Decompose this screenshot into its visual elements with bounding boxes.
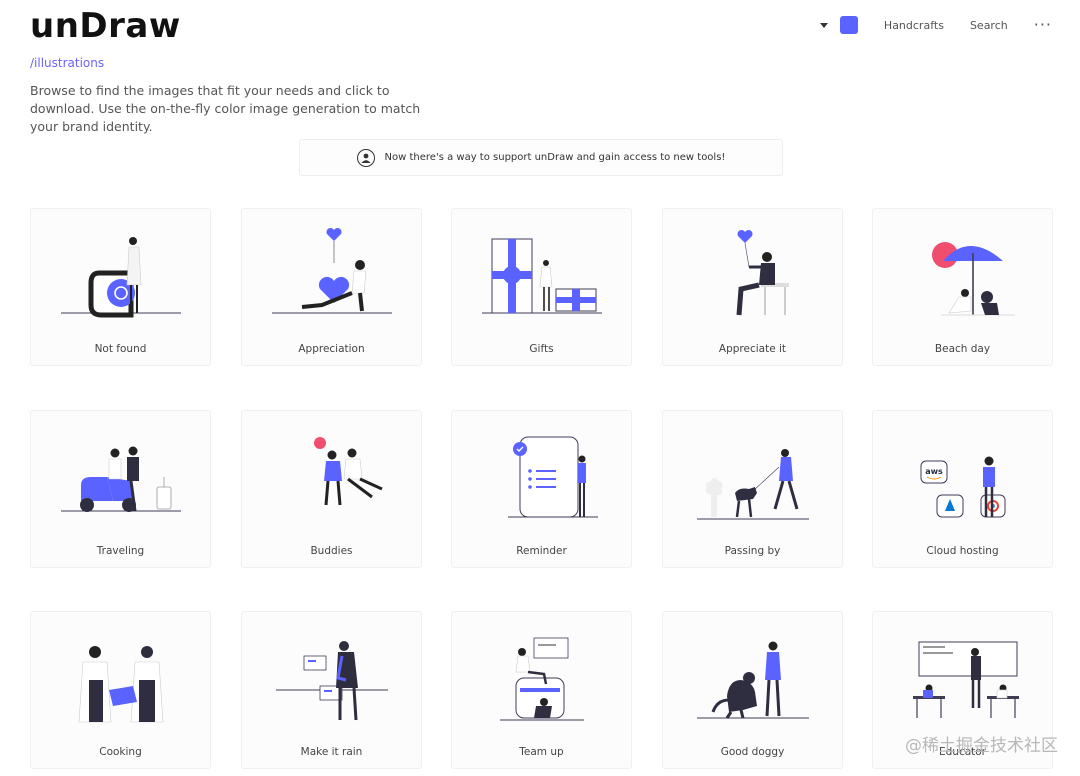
illustration-card[interactable]: Team up xyxy=(451,611,632,769)
illustration-card[interactable]: Cooking xyxy=(30,611,211,769)
buddies-illustration xyxy=(314,437,383,506)
nav-link-search[interactable]: Search xyxy=(970,19,1008,32)
illustration-card[interactable]: Appreciate it xyxy=(662,208,843,366)
illustration-title: Gifts xyxy=(529,343,554,355)
illustration-title: Not found xyxy=(94,343,147,355)
make-it-rain-illustration xyxy=(276,641,388,721)
illustration-title: Reminder xyxy=(516,545,567,557)
aws-badge: aws xyxy=(925,467,943,476)
good-doggy-illustration xyxy=(697,641,809,719)
illustration-card[interactable]: Beach day xyxy=(872,208,1053,366)
appreciation-illustration xyxy=(272,227,392,314)
illustration-title: Appreciate it xyxy=(718,343,787,355)
cloud-hosting-illustration: aws xyxy=(920,456,1006,518)
illustration-card[interactable]: Good doggy xyxy=(662,611,843,769)
illustration-title: Cloud hosting xyxy=(926,545,999,557)
illustration-card[interactable]: Not found xyxy=(30,208,211,366)
illustration-title: Buddies xyxy=(310,545,353,557)
illustration-card[interactable]: Make it rain xyxy=(241,611,422,769)
educator-illustration xyxy=(913,641,1019,718)
person-circle-icon xyxy=(356,148,375,167)
not-found-illustration xyxy=(61,237,181,318)
illustration-card[interactable]: Reminder xyxy=(451,410,632,568)
illustration-title: Good doggy xyxy=(720,746,785,758)
beach-day-illustration xyxy=(932,242,1015,316)
support-banner[interactable]: Now there's a way to support unDraw and … xyxy=(299,139,783,176)
illustration-card[interactable]: Gifts xyxy=(451,208,632,366)
logo[interactable]: unDraw xyxy=(30,6,181,46)
illustration-title: Passing by xyxy=(724,545,781,557)
illustration-title: Traveling xyxy=(96,545,145,557)
team-up-illustration xyxy=(500,637,584,721)
illustration-title: Cooking xyxy=(99,746,142,758)
illustration-title: Appreciation xyxy=(298,343,365,355)
illustration-card[interactable]: Traveling xyxy=(30,410,211,568)
passing-by-illustration xyxy=(697,449,809,520)
illustration-card[interactable]: Appreciation xyxy=(241,208,422,366)
chevron-down-icon[interactable] xyxy=(819,22,828,28)
ellipsis-icon[interactable]: ··· xyxy=(1034,17,1052,33)
top-nav: Handcrafts Search ··· xyxy=(819,16,1052,34)
banner-text: Now there's a way to support unDraw and … xyxy=(384,152,726,163)
illustration-title: Team up xyxy=(519,746,564,758)
illustration-card[interactable]: Passing by xyxy=(662,410,843,568)
gifts-illustration xyxy=(482,238,602,314)
illustration-title: Make it rain xyxy=(300,746,363,758)
illustration-card[interactable]: aws Cloud hosting xyxy=(872,410,1053,568)
cooking-illustration xyxy=(78,646,164,723)
breadcrumb[interactable]: /illustrations xyxy=(30,56,104,70)
color-picker-swatch[interactable] xyxy=(839,16,858,34)
illustration-title: Beach day xyxy=(934,343,991,355)
nav-link-handcrafts[interactable]: Handcrafts xyxy=(884,19,944,32)
traveling-illustration xyxy=(61,446,181,512)
watermark: @稀土掘金技术社区 xyxy=(905,736,1058,756)
appreciate-it-illustration xyxy=(736,229,789,316)
illustration-card[interactable]: Buddies xyxy=(241,410,422,568)
reminder-illustration xyxy=(508,436,598,518)
intro-text: Browse to find the images that fit your … xyxy=(30,83,421,134)
